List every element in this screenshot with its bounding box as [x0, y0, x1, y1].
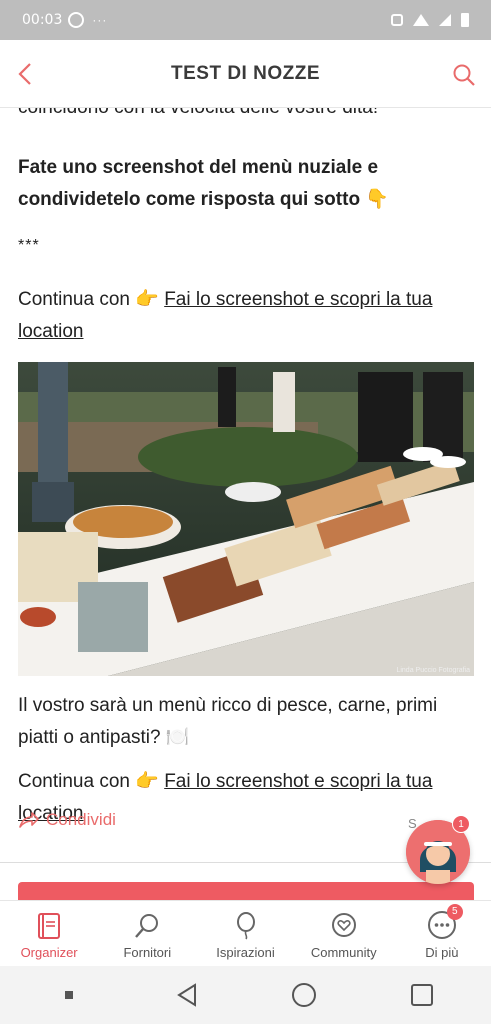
- circle-home-icon: [292, 983, 317, 1007]
- nav-di-piu[interactable]: Di più 5: [393, 901, 491, 966]
- share-arrow-icon: [19, 812, 39, 828]
- buffet-illustration: [18, 362, 474, 676]
- system-back-button[interactable]: [174, 982, 200, 1008]
- continue-prefix-2: Continua con 👉: [18, 771, 165, 792]
- nav-label-community: Community: [310, 945, 377, 960]
- continue-prefix: Continua con 👉: [18, 289, 165, 310]
- wifi-icon: [413, 14, 429, 26]
- signal-icon: [439, 14, 451, 26]
- nav-organizer[interactable]: Organizer: [0, 901, 98, 966]
- photo-credit: Linda Puccio Fotografia: [396, 667, 470, 674]
- nav-fornitori[interactable]: Fornitori: [98, 901, 196, 966]
- triangle-back-icon: [176, 983, 196, 1007]
- menu-question: Il vostro sarà un menù ricco di pesce, c…: [18, 695, 438, 748]
- nav-label-fornitori: Fornitori: [123, 945, 172, 960]
- bold-instruction: Fate uno screenshot del menù nuziale e c…: [18, 157, 389, 210]
- system-recents-button[interactable]: [409, 982, 435, 1008]
- more-notifications-icon: ···: [92, 13, 108, 27]
- battery-icon: [461, 13, 469, 27]
- nav-label-organizer: Organizer: [20, 945, 78, 960]
- square-dot-icon: [64, 991, 73, 999]
- mute-icon: [391, 14, 403, 26]
- bottom-nav: Organizer Fornitori Ispirazioni Communit…: [0, 900, 491, 966]
- notification-badge: 5: [446, 904, 463, 920]
- nav-label-ispirazioni: Ispirazioni: [216, 945, 275, 960]
- community-heart-icon: [331, 913, 356, 937]
- system-home-button[interactable]: [291, 982, 317, 1008]
- nav-community[interactable]: Community: [295, 901, 393, 966]
- post-content: coincidono con la velocità delle vostre …: [18, 92, 474, 830]
- continue-paragraph: Continua con 👉 Fai lo screenshot e scopr…: [18, 284, 474, 348]
- status-bar: 00:03 ···: [0, 0, 491, 40]
- back-arrow-icon[interactable]: [14, 60, 38, 88]
- nav-ispirazioni[interactable]: Ispirazioni: [196, 901, 294, 966]
- page-title: TEST DI NOZZE: [171, 62, 320, 84]
- nav-label-di-piu: Di più: [425, 945, 459, 960]
- system-nav-bar: [0, 966, 491, 1024]
- separator-stars: ***: [18, 237, 40, 254]
- search-icon[interactable]: [451, 62, 477, 88]
- share-label: Condividi: [46, 810, 116, 829]
- buffet-photo[interactable]: Linda Puccio Fotografia: [18, 362, 474, 676]
- assistant-badge: 1: [452, 815, 470, 833]
- square-recents-icon: [411, 984, 434, 1006]
- organizer-book-icon: [38, 913, 61, 939]
- app-header: TEST DI NOZZE: [0, 40, 491, 108]
- share-button[interactable]: Condividi: [18, 810, 116, 830]
- system-menu-button[interactable]: [56, 982, 82, 1008]
- status-time: 00:03: [22, 12, 63, 28]
- magnifier-icon: [135, 914, 159, 938]
- whatsapp-notification-icon: [68, 12, 85, 28]
- balloon-icon: [236, 912, 255, 940]
